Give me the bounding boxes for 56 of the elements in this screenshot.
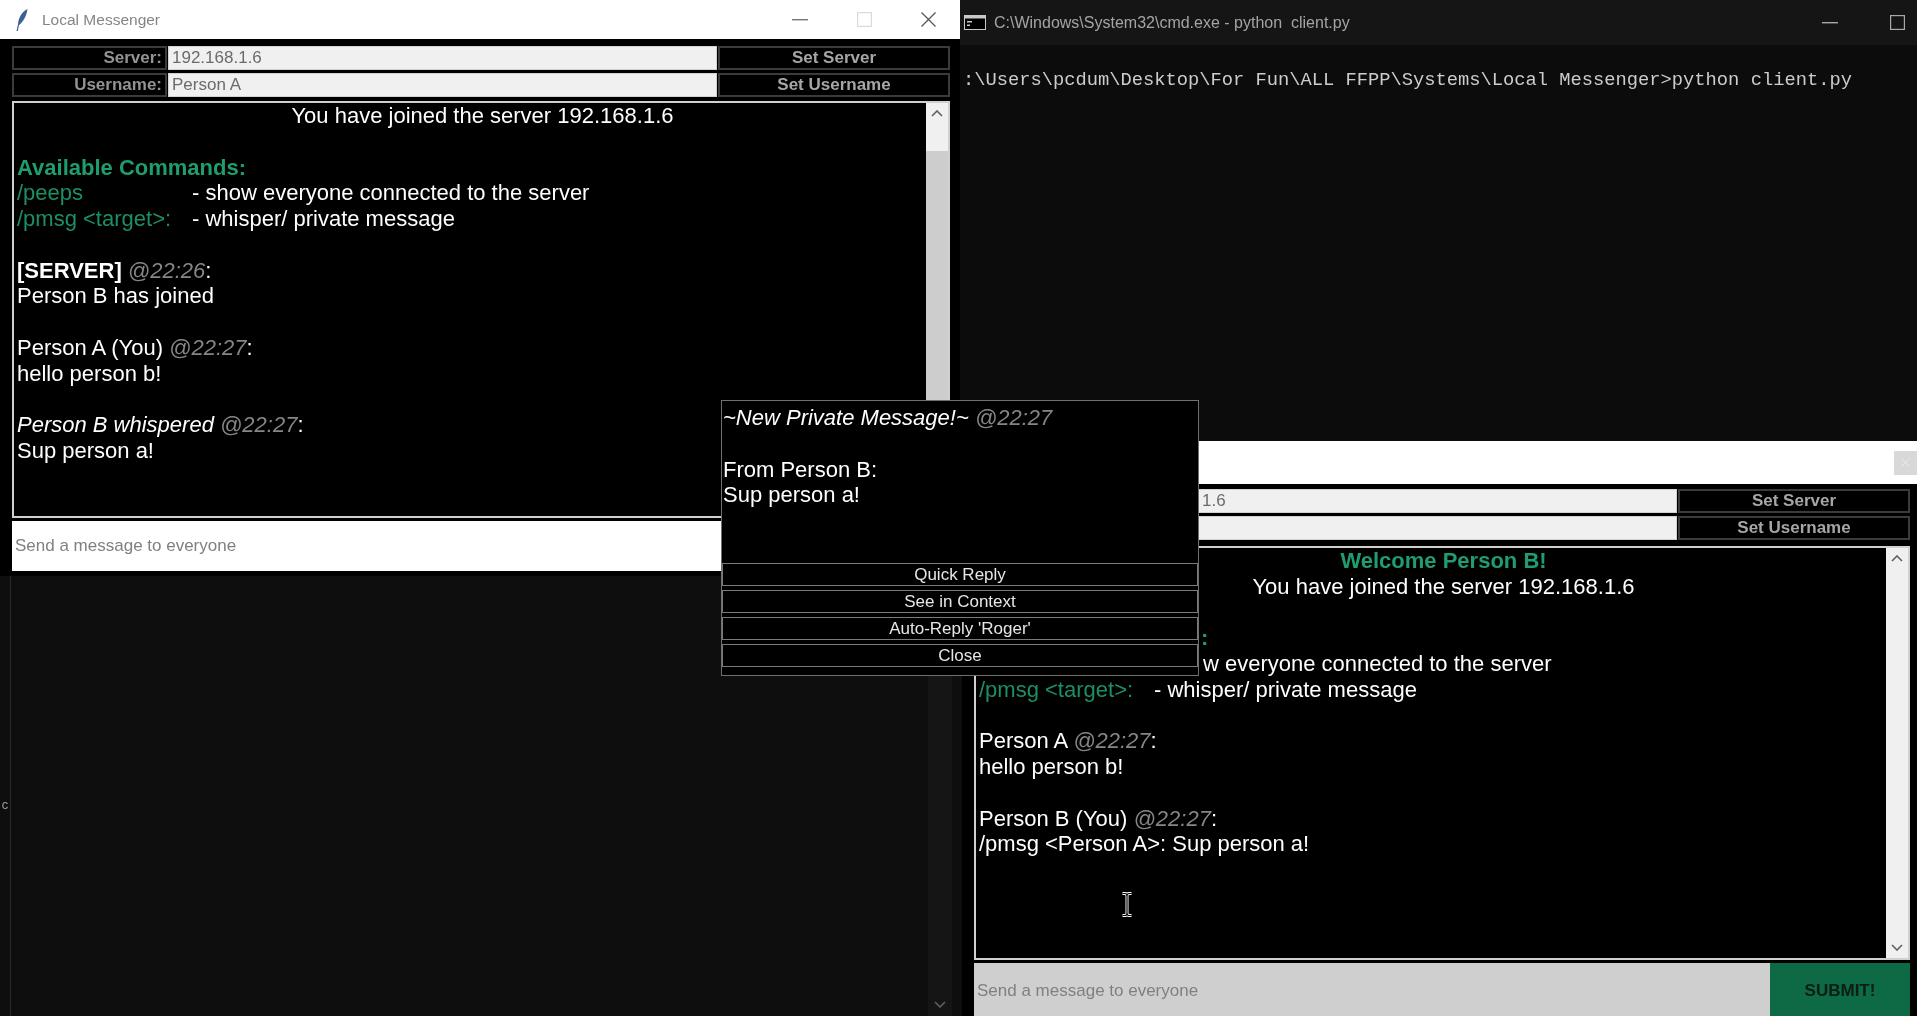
command-description: - whisper/ private message — [192, 206, 455, 232]
message-text: hello person b! — [979, 754, 1124, 780]
message-text: hello person b! — [17, 360, 162, 387]
maximize-icon — [1889, 15, 1905, 30]
join-notice: You have joined the server 192.168.1.6 — [291, 103, 674, 129]
message-header: [SERVER] @22:26: — [17, 257, 212, 284]
scroll-up-icon[interactable] — [931, 110, 943, 117]
join-notice: You have joined the server 192.168.1.6 — [1252, 573, 1635, 600]
command-name: /pmsg <target>: — [17, 206, 172, 231]
commands-heading: : — [1201, 625, 1209, 651]
server-field[interactable]: 192.168.1.6 — [168, 46, 717, 70]
set-server-button[interactable]: Set Server — [718, 46, 950, 70]
close-icon — [1901, 458, 1910, 467]
set-username-button[interactable]: Set Username — [1678, 516, 1910, 540]
message-input[interactable]: Send a message to everyone — [974, 963, 1770, 1016]
maximize-icon — [856, 12, 872, 27]
command-description: - show everyone connected to the server — [192, 180, 590, 206]
command-name: /pmsg <target>: — [979, 676, 1134, 702]
field-label: Server: — [12, 46, 167, 70]
set-server-button[interactable]: Set Server — [1678, 489, 1910, 513]
feather-icon — [16, 8, 28, 31]
window-title: Local Messenger — [42, 10, 161, 29]
window-title: C:\Windows\System32\cmd.exe - python client.py — [994, 13, 1350, 32]
popup-action-button[interactable]: Quick Reply — [722, 563, 1198, 586]
scroll-up-icon[interactable] — [1891, 555, 1903, 562]
scrollbar[interactable] — [1886, 548, 1908, 958]
console-icon — [964, 15, 986, 30]
minimize-icon — [792, 18, 808, 21]
text-cursor-icon — [1121, 892, 1133, 917]
popup-title: ~New Private Message!~ @22:27 — [723, 405, 1053, 431]
scroll-down-icon[interactable] — [934, 1001, 946, 1008]
message-header: Person B (You) @22:27: — [979, 805, 1218, 832]
set-username-button[interactable]: Set Username — [718, 73, 950, 97]
popup-action-button[interactable]: See in Context — [722, 590, 1198, 613]
username-field[interactable]: Person A — [168, 73, 717, 97]
popup-message: Sup person a! — [723, 482, 860, 508]
message-header: Person A (You) @22:27: — [17, 334, 253, 361]
field-label: Username: — [12, 73, 167, 97]
console-text: c — [1, 800, 9, 812]
command-description: - whisper/ private message — [1154, 676, 1417, 703]
minimize-icon — [1822, 21, 1838, 24]
message-text: Sup person a! — [17, 437, 154, 464]
commands-heading: Available Commands: — [17, 154, 247, 181]
message-text: Person B has joined — [17, 283, 214, 309]
message-header: Person A @22:27: — [979, 728, 1157, 754]
scroll-down-icon[interactable] — [1891, 944, 1903, 951]
command-name: /peeps — [17, 180, 84, 206]
message-header: Person B whispered @22:27: — [17, 412, 304, 438]
popup-message: From Person B: — [723, 456, 878, 483]
popup-action-button[interactable]: Close — [722, 644, 1198, 667]
popup-action-button[interactable]: Auto-Reply 'Roger' — [722, 617, 1198, 640]
welcome-message: Welcome Person B! — [1340, 548, 1547, 574]
message-text: /pmsg <Person A>: Sup person a! — [979, 831, 1310, 857]
close-icon — [920, 12, 936, 27]
command-description: w everyone connected to the server — [1203, 651, 1552, 677]
console-line: :\Users\pcdum\Desktop\For Fun\ALL FFPP\Systems\Local Messenger>python client.py — [963, 69, 1852, 91]
